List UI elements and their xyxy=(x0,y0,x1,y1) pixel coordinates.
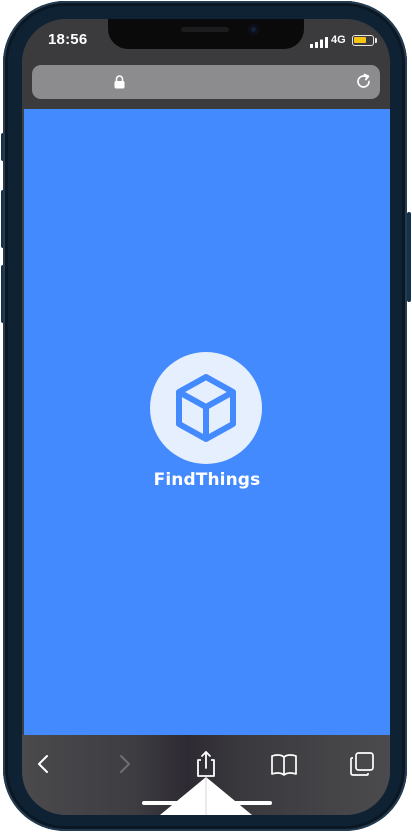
notch xyxy=(108,19,304,49)
forward-icon[interactable] xyxy=(109,749,139,779)
phone-screen: 18:56 4G FindThings xyxy=(22,19,390,815)
device-stage: 18:56 4G FindThings xyxy=(0,0,412,834)
app-logo xyxy=(150,352,262,464)
status-bar: 18:56 4G xyxy=(22,19,390,63)
address-bar[interactable] xyxy=(32,65,380,99)
battery-level xyxy=(354,37,366,43)
brand-name: FindThings xyxy=(153,470,261,490)
pointer-arrow-icon xyxy=(160,777,252,815)
earpiece-speaker xyxy=(181,27,229,32)
signal-strength-icon xyxy=(310,37,328,48)
power-button xyxy=(407,212,411,302)
tabs-icon[interactable] xyxy=(347,749,377,779)
lock-icon xyxy=(114,75,125,89)
status-time: 18:56 xyxy=(48,31,88,48)
cube-icon xyxy=(176,374,236,442)
battery-cap xyxy=(375,38,377,43)
browser-toolbar xyxy=(22,735,390,815)
network-type: 4G xyxy=(331,34,346,46)
battery-icon xyxy=(352,35,374,46)
reload-icon[interactable] xyxy=(355,73,372,90)
browser-address-area xyxy=(22,63,390,109)
back-icon[interactable] xyxy=(29,749,59,779)
web-page: FindThings xyxy=(24,109,390,735)
bookmarks-icon[interactable] xyxy=(269,749,299,779)
front-camera xyxy=(248,24,259,35)
